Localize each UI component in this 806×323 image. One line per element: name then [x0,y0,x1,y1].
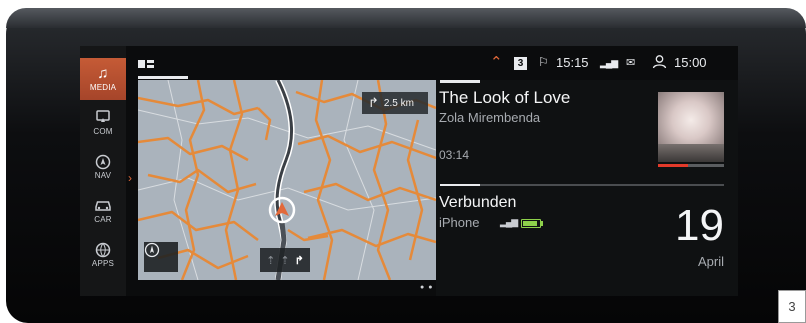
battery-terminal [541,221,543,226]
track-progress-bar[interactable] [658,164,724,167]
music-note-icon: ♫ [97,65,109,82]
sidebar-item-car[interactable]: CAR [80,190,126,232]
date-day: 19 [675,201,724,250]
lane-straight-icon: ⇡ [280,254,290,267]
track-time: 03:14 [439,148,470,162]
sidebar-item-apps[interactable]: APPS [80,234,126,276]
panel-divider [440,184,724,186]
message-icon: ✉ [626,57,636,69]
status-badge: 3 [514,57,527,70]
sidebar-item-label: APPS [91,259,115,268]
battery-level-fill [523,221,537,226]
navigation-map[interactable]: ↱ 2.5 km ⇡ ⇡ ↱ [138,80,436,280]
map-tab-indicator [138,76,188,79]
battery-icon [521,219,541,228]
page-number: 3 [778,290,806,323]
sidebar-item-nav[interactable]: NAV [80,146,126,188]
track-progress-fill [658,164,688,167]
phone-screen-icon [95,110,111,127]
infotainment-screen: ♫ MEDIA COM NAV CAR APPS › ⌃ 3 ⚐ 15:15 ▂… [80,46,738,296]
apps-globe-icon [95,242,111,259]
lane-right-icon: ↱ [294,254,304,267]
car-icon [94,198,112,215]
track-artist: Zola Mirembenda [439,110,541,125]
navigation-icon [95,154,111,171]
status-bar: ⌃ 3 ⚐ 15:15 ▂▄▆ ✉ 15:00 [126,46,738,80]
phone-signal-icon: ▂▄▆ [500,217,518,227]
lane-guidance: ⇡ ⇡ ↱ [260,248,310,272]
user-icon[interactable] [652,54,667,72]
signal-icon: ▂▄▆ [600,58,618,68]
phone-status[interactable]: Verbunden [439,194,516,212]
clock: 15:00 [674,55,707,70]
date-month: April [697,254,724,269]
sidebar: ♫ MEDIA COM NAV CAR APPS [80,46,126,296]
nav-flag-icon: ⚐ [538,55,549,69]
track-title[interactable]: The Look of Love [439,88,570,108]
phone-tab-indicator [440,184,480,186]
sidebar-item-label: COM [93,127,113,136]
sidebar-item-com[interactable]: COM [80,102,126,144]
album-cover-ground [658,144,724,162]
sidebar-item-label: CAR [94,215,112,224]
bezel-highlight [6,8,806,28]
turn-right-icon: ↱ [368,95,379,110]
right-panel: The Look of Love Zola Mirembenda 03:14 V… [436,80,738,296]
lane-left-icon: ⇡ [266,254,276,267]
chevron-up-icon[interactable]: ⌃ [490,53,503,71]
chevron-right-icon[interactable]: › [128,171,132,185]
media-tab-indicator [440,80,480,83]
sidebar-item-media[interactable]: ♫ MEDIA [80,58,126,100]
sidebar-item-label: MEDIA [89,83,117,92]
compass-icon[interactable] [144,242,178,272]
next-turn-distance: 2.5 km [383,97,414,109]
sidebar-item-label: NAV [94,171,112,180]
album-cover[interactable] [658,92,724,162]
next-turn-indicator: ↱ 2.5 km [362,92,428,114]
split-view-icon[interactable] [138,57,154,72]
phone-device-name: iPhone [439,215,480,230]
nav-time: 15:15 [556,55,589,70]
